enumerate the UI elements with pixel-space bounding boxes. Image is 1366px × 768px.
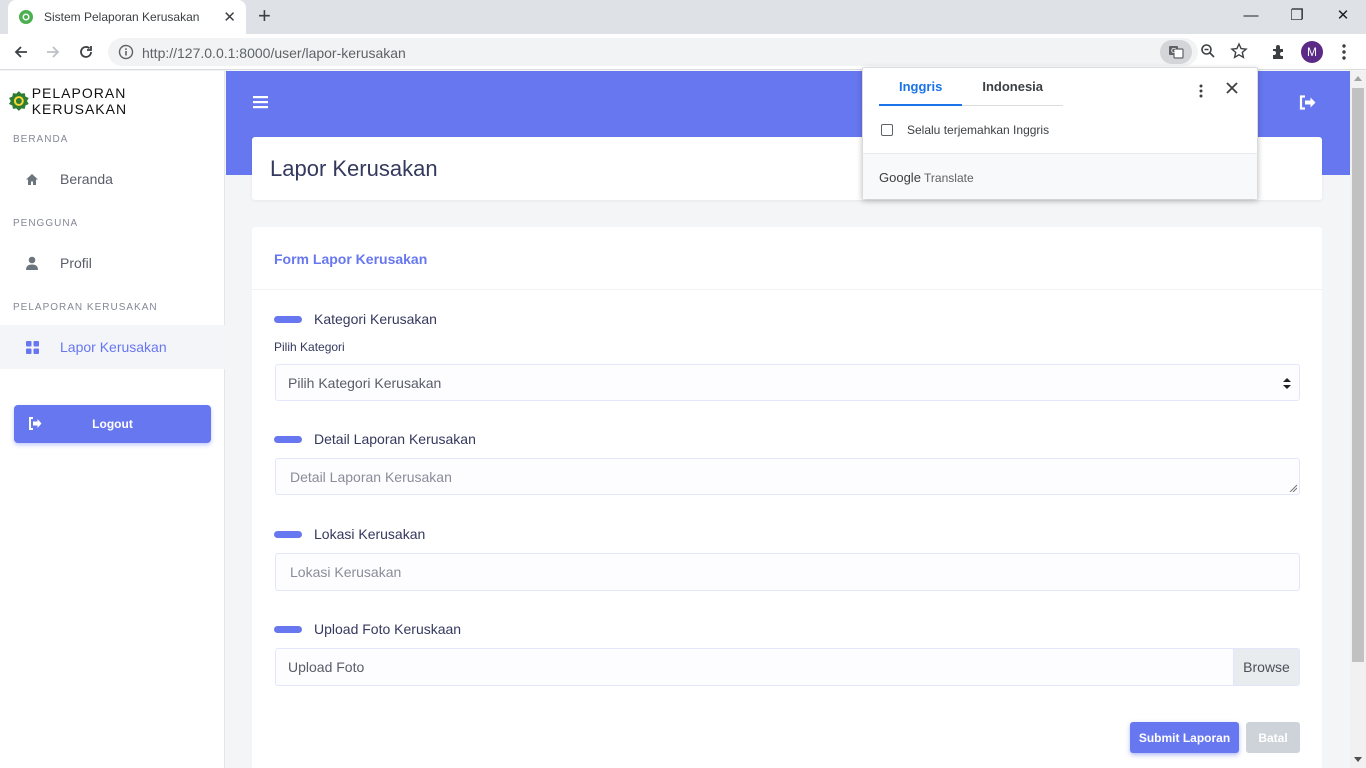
browse-button[interactable]: Browse xyxy=(1233,649,1299,685)
brand[interactable]: PELAPORAN KERUSAKAN xyxy=(8,85,224,117)
logout-label: Logout xyxy=(92,417,133,431)
label-bar xyxy=(274,315,302,323)
translate-word: Translate xyxy=(924,171,974,185)
kategori-sublabel: Pilih Kategori xyxy=(274,340,345,354)
sign-out-icon xyxy=(29,417,42,430)
sidebar-item-lapor-kerusakan[interactable]: Lapor Kerusakan xyxy=(0,325,225,369)
translate-options-icon[interactable] xyxy=(1198,83,1204,99)
lokasi-placeholder: Lokasi Kerusakan xyxy=(290,564,402,580)
form-header: Form Lapor Kerusakan xyxy=(252,227,1322,290)
translate-close-icon[interactable] xyxy=(1225,81,1239,95)
scroll-down-icon[interactable] xyxy=(1354,757,1362,762)
back-icon[interactable] xyxy=(9,40,33,64)
kategori-selected-value: Pilih Kategori Kerusakan xyxy=(288,374,442,391)
browser-tab[interactable]: Sistem Pelaporan Kerusakan ✕ xyxy=(8,0,246,34)
group-label-text: Kategori Kerusakan xyxy=(314,311,437,327)
resize-handle-icon[interactable] xyxy=(1289,484,1297,492)
group-label-kategori: Kategori Kerusakan xyxy=(274,311,437,327)
translate-tab-indonesia[interactable]: Indonesia xyxy=(962,68,1064,106)
group-label-text: Lokasi Kerusakan xyxy=(314,526,426,542)
kategori-select[interactable]: Pilih Kategori Kerusakan xyxy=(275,364,1300,401)
always-translate-label[interactable]: Selalu terjemahkan Inggris xyxy=(907,123,1049,137)
minimize-icon[interactable]: — xyxy=(1228,0,1274,30)
sidebar-item-label: Lapor Kerusakan xyxy=(60,339,167,355)
window-close-icon[interactable]: ✕ xyxy=(1320,0,1366,30)
translate-tab-inggris[interactable]: Inggris xyxy=(879,68,963,106)
lokasi-input[interactable]: Lokasi Kerusakan xyxy=(275,553,1300,591)
new-tab-icon[interactable]: + xyxy=(258,5,271,27)
group-label-text: Detail Laporan Kerusakan xyxy=(314,431,476,447)
browser-toolbar: http://127.0.0.1:8000/user/lapor-kerusak… xyxy=(0,34,1366,70)
brand-logo-icon xyxy=(8,91,29,111)
foto-file-input[interactable]: Upload Foto Browse xyxy=(275,648,1300,686)
label-bar xyxy=(274,530,302,538)
browser-tabbar: Sistem Pelaporan Kerusakan ✕ + — ❐ ✕ xyxy=(0,0,1366,34)
translate-icon[interactable]: G xyxy=(1160,40,1192,64)
url-text[interactable]: http://127.0.0.1:8000/user/lapor-kerusak… xyxy=(142,45,406,61)
group-label-foto: Upload Foto Keruskaan xyxy=(274,621,461,637)
page-scrollbar[interactable] xyxy=(1350,71,1366,768)
home-icon xyxy=(26,173,38,185)
zoom-icon[interactable] xyxy=(1200,43,1216,59)
sidebar-item-profil[interactable]: Profil xyxy=(0,241,225,285)
info-icon[interactable] xyxy=(118,44,134,60)
tab-close-icon[interactable]: ✕ xyxy=(223,10,236,25)
google-word: Google xyxy=(879,170,921,185)
profile-avatar[interactable]: M xyxy=(1301,41,1323,63)
forward-icon[interactable] xyxy=(41,40,65,64)
scroll-thumb[interactable] xyxy=(1352,88,1364,662)
section-heading-beranda: BERANDA xyxy=(13,134,69,145)
user-icon xyxy=(26,256,38,270)
label-bar xyxy=(274,625,302,633)
extensions-icon[interactable] xyxy=(1270,43,1288,61)
scroll-up-icon[interactable] xyxy=(1354,76,1362,81)
logout-button[interactable]: Logout xyxy=(14,405,211,443)
restore-icon[interactable]: ❐ xyxy=(1274,0,1320,30)
favicon-icon xyxy=(19,10,33,24)
grid-icon xyxy=(25,340,39,354)
sidebar-item-label: Profil xyxy=(60,255,92,271)
sidebar-item-label: Beranda xyxy=(60,171,113,187)
svg-text:G: G xyxy=(1171,47,1176,55)
browser-menu-icon[interactable] xyxy=(1336,43,1352,61)
reload-icon[interactable] xyxy=(74,40,98,64)
bookmark-star-icon[interactable] xyxy=(1230,42,1248,60)
group-label-text: Upload Foto Keruskaan xyxy=(314,621,462,637)
section-heading-pelaporan: PELAPORAN KERUSAKAN xyxy=(13,302,158,313)
submit-laporan-button[interactable]: Submit Laporan xyxy=(1130,722,1239,753)
page-title: Lapor Kerusakan xyxy=(270,156,438,181)
hamburger-menu-icon[interactable] xyxy=(253,95,268,109)
google-translate-logo: Google Translate xyxy=(879,170,974,185)
form-title: Form Lapor Kerusakan xyxy=(274,251,428,267)
tab-title: Sistem Pelaporan Kerusakan xyxy=(44,10,200,24)
translate-footer: Google Translate xyxy=(863,153,1257,199)
always-translate-checkbox[interactable] xyxy=(881,124,893,136)
detail-placeholder: Detail Laporan Kerusakan xyxy=(290,468,452,485)
group-label-lokasi: Lokasi Kerusakan xyxy=(274,526,425,542)
group-label-detail: Detail Laporan Kerusakan xyxy=(274,431,476,447)
select-arrows-icon xyxy=(1283,378,1291,389)
sign-out-icon[interactable] xyxy=(1299,95,1317,110)
sidebar-item-beranda[interactable]: Beranda xyxy=(0,157,225,201)
foto-placeholder: Upload Foto xyxy=(288,659,365,675)
address-bar[interactable]: http://127.0.0.1:8000/user/lapor-kerusak… xyxy=(108,38,1248,66)
form-card: Form Lapor Kerusakan Kategori Kerusakan … xyxy=(252,227,1322,768)
detail-textarea[interactable]: Detail Laporan Kerusakan xyxy=(275,458,1300,495)
brand-label: PELAPORAN KERUSAKAN xyxy=(31,85,128,117)
label-bar xyxy=(274,435,302,443)
sidebar: PELAPORAN KERUSAKAN BERANDA Beranda PENG… xyxy=(0,71,225,768)
section-heading-pengguna: PENGGUNA xyxy=(13,218,79,229)
translate-popup: Inggris Indonesia Selalu terjemahkan Ing… xyxy=(862,67,1258,199)
batal-button[interactable]: Batal xyxy=(1246,722,1300,753)
